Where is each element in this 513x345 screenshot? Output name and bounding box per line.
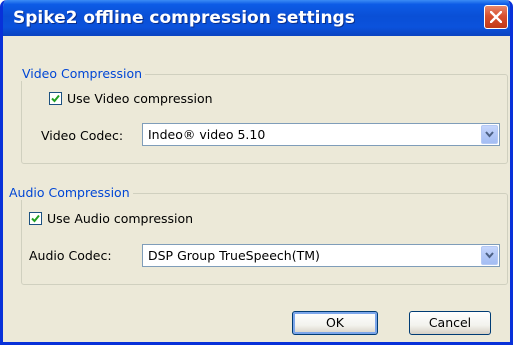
- video-compression-legend: Video Compression: [19, 66, 146, 81]
- use-audio-compression-label[interactable]: Use Audio compression: [47, 211, 193, 226]
- video-codec-value: Indeo® video 5.10: [148, 127, 266, 142]
- audio-compression-group: Audio Compression Use Audio compression …: [6, 185, 508, 285]
- use-audio-compression-checkbox[interactable]: [29, 212, 42, 225]
- audio-codec-dropdown-button[interactable]: [481, 246, 498, 265]
- chevron-down-icon: [485, 252, 494, 259]
- audio-compression-legend: Audio Compression: [6, 185, 133, 200]
- audio-codec-dropdown[interactable]: DSP Group TrueSpeech(TM): [142, 244, 500, 267]
- use-video-compression-row[interactable]: Use Video compression: [49, 91, 213, 106]
- use-video-compression-checkbox[interactable]: [49, 92, 62, 105]
- ok-button[interactable]: OK: [292, 311, 378, 335]
- video-codec-dropdown-button[interactable]: [481, 125, 498, 144]
- cancel-button[interactable]: Cancel: [409, 311, 491, 335]
- checkmark-icon: [51, 94, 60, 103]
- close-button[interactable]: [484, 5, 508, 29]
- audio-codec-value: DSP Group TrueSpeech(TM): [148, 248, 320, 263]
- video-codec-label: Video Codec:: [41, 128, 124, 143]
- use-audio-compression-row[interactable]: Use Audio compression: [29, 211, 193, 226]
- video-codec-dropdown[interactable]: Indeo® video 5.10: [142, 123, 500, 146]
- checkmark-icon: [31, 214, 40, 223]
- chevron-down-icon: [485, 131, 494, 138]
- dialog-window: Spike2 offline compression settings Vide…: [0, 0, 513, 345]
- title-bar[interactable]: Spike2 offline compression settings: [3, 0, 510, 36]
- window-title: Spike2 offline compression settings: [13, 8, 355, 28]
- audio-codec-label: Audio Codec:: [29, 248, 112, 263]
- video-compression-group: Video Compression Use Video compression …: [19, 66, 508, 164]
- close-icon: [490, 11, 502, 23]
- use-video-compression-label[interactable]: Use Video compression: [67, 91, 213, 106]
